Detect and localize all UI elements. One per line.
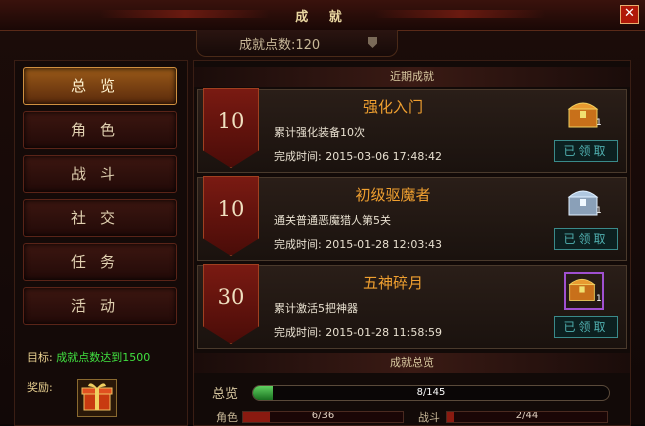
badge-points: 30 — [217, 285, 245, 309]
badge-points: 10 — [217, 197, 245, 221]
claimed-button[interactable]: 已领取 — [554, 316, 618, 338]
battle-label: 战斗 — [418, 411, 440, 424]
nav-activity[interactable]: 活动 — [23, 287, 177, 325]
goal-value: 成就点数达到1500 — [56, 351, 151, 364]
claimed-button[interactable]: 已领取 — [554, 140, 618, 162]
role-progress-value: 6/36 — [311, 411, 335, 421]
battle-progress-value: 2/44 — [515, 411, 539, 421]
achievement-time: 完成时间: 2015-01-28 11:58:59 — [274, 326, 443, 339]
total-label: 总览 — [212, 387, 239, 402]
claimed-button[interactable]: 已领取 — [554, 228, 618, 250]
achievement-main: 近期成就 10 强化入门 累计强化装备10次 完成时间: 2015-03-06 … — [193, 60, 631, 426]
reward-gift-icon[interactable] — [77, 379, 117, 417]
points-badge: 10 — [203, 176, 259, 256]
achievement-desc: 累计激活5把神器 — [274, 302, 358, 315]
achievement-name: 五神碎月 — [362, 274, 423, 292]
total-progress-bar: 8/145 — [252, 385, 610, 401]
category-sidebar: 总览 角色 战斗 社交 任务 活动 目标: 成就点数达到1500 奖励: — [14, 60, 188, 426]
chest-count: 1 — [596, 118, 602, 128]
achievement-card: 10 强化入门 累计强化装备10次 完成时间: 2015-03-06 17:48… — [197, 88, 627, 173]
achievement-desc: 通关普通恶魔猎人第5关 — [274, 214, 391, 227]
total-progress-value: 8/145 — [416, 387, 446, 398]
achievement-name: 初级驱魔者 — [355, 186, 431, 204]
points-badge: 30 — [203, 264, 259, 344]
nav-social[interactable]: 社交 — [23, 199, 177, 237]
title-bar: 成 就 ✕ — [0, 0, 645, 31]
chest-count: 1 — [596, 206, 602, 216]
window-title: 成 就 — [295, 10, 350, 25]
achievement-card: 30 五神碎月 累计激活5把神器 完成时间: 2015-01-28 11:58:… — [197, 264, 627, 349]
recent-header: 近期成就 — [194, 67, 630, 87]
reward-label: 奖励: — [27, 381, 53, 394]
achievement-name: 强化入门 — [362, 98, 423, 116]
close-button[interactable]: ✕ — [620, 5, 639, 24]
nav-quest[interactable]: 任务 — [23, 243, 177, 281]
achievement-card: 10 初级驱魔者 通关普通恶魔猎人第5关 完成时间: 2015-01-28 12… — [197, 176, 627, 261]
shield-icon — [368, 37, 377, 48]
nav-battle[interactable]: 战斗 — [23, 155, 177, 193]
role-label: 角色 — [216, 411, 238, 424]
badge-points: 10 — [217, 109, 245, 133]
goal: 目标: 成就点数达到1500 — [27, 349, 150, 365]
battle-progress-bar: 2/44 — [446, 411, 608, 423]
points-badge: 10 — [203, 88, 259, 168]
achievement-window: 成 就 ✕ 成就点数:120 总览 角色 战斗 社交 任务 活动 目标: 成就点… — [0, 0, 645, 426]
nav-character[interactable]: 角色 — [23, 111, 177, 149]
goal-label: 目标: — [27, 351, 53, 364]
chest-count: 1 — [596, 294, 602, 304]
achievement-time: 完成时间: 2015-01-28 12:03:43 — [274, 238, 443, 251]
achievement-points-bar: 成就点数:120 — [196, 30, 398, 57]
summary-header: 成就总览 — [194, 353, 630, 373]
achievement-desc: 累计强化装备10次 — [274, 126, 365, 139]
achievement-points: 成就点数:120 — [239, 38, 321, 53]
role-progress-bar: 6/36 — [242, 411, 404, 423]
gold-chest-icon[interactable] — [564, 272, 604, 310]
nav-overview[interactable]: 总览 — [23, 67, 177, 105]
achievement-time: 完成时间: 2015-03-06 17:48:42 — [274, 150, 443, 163]
